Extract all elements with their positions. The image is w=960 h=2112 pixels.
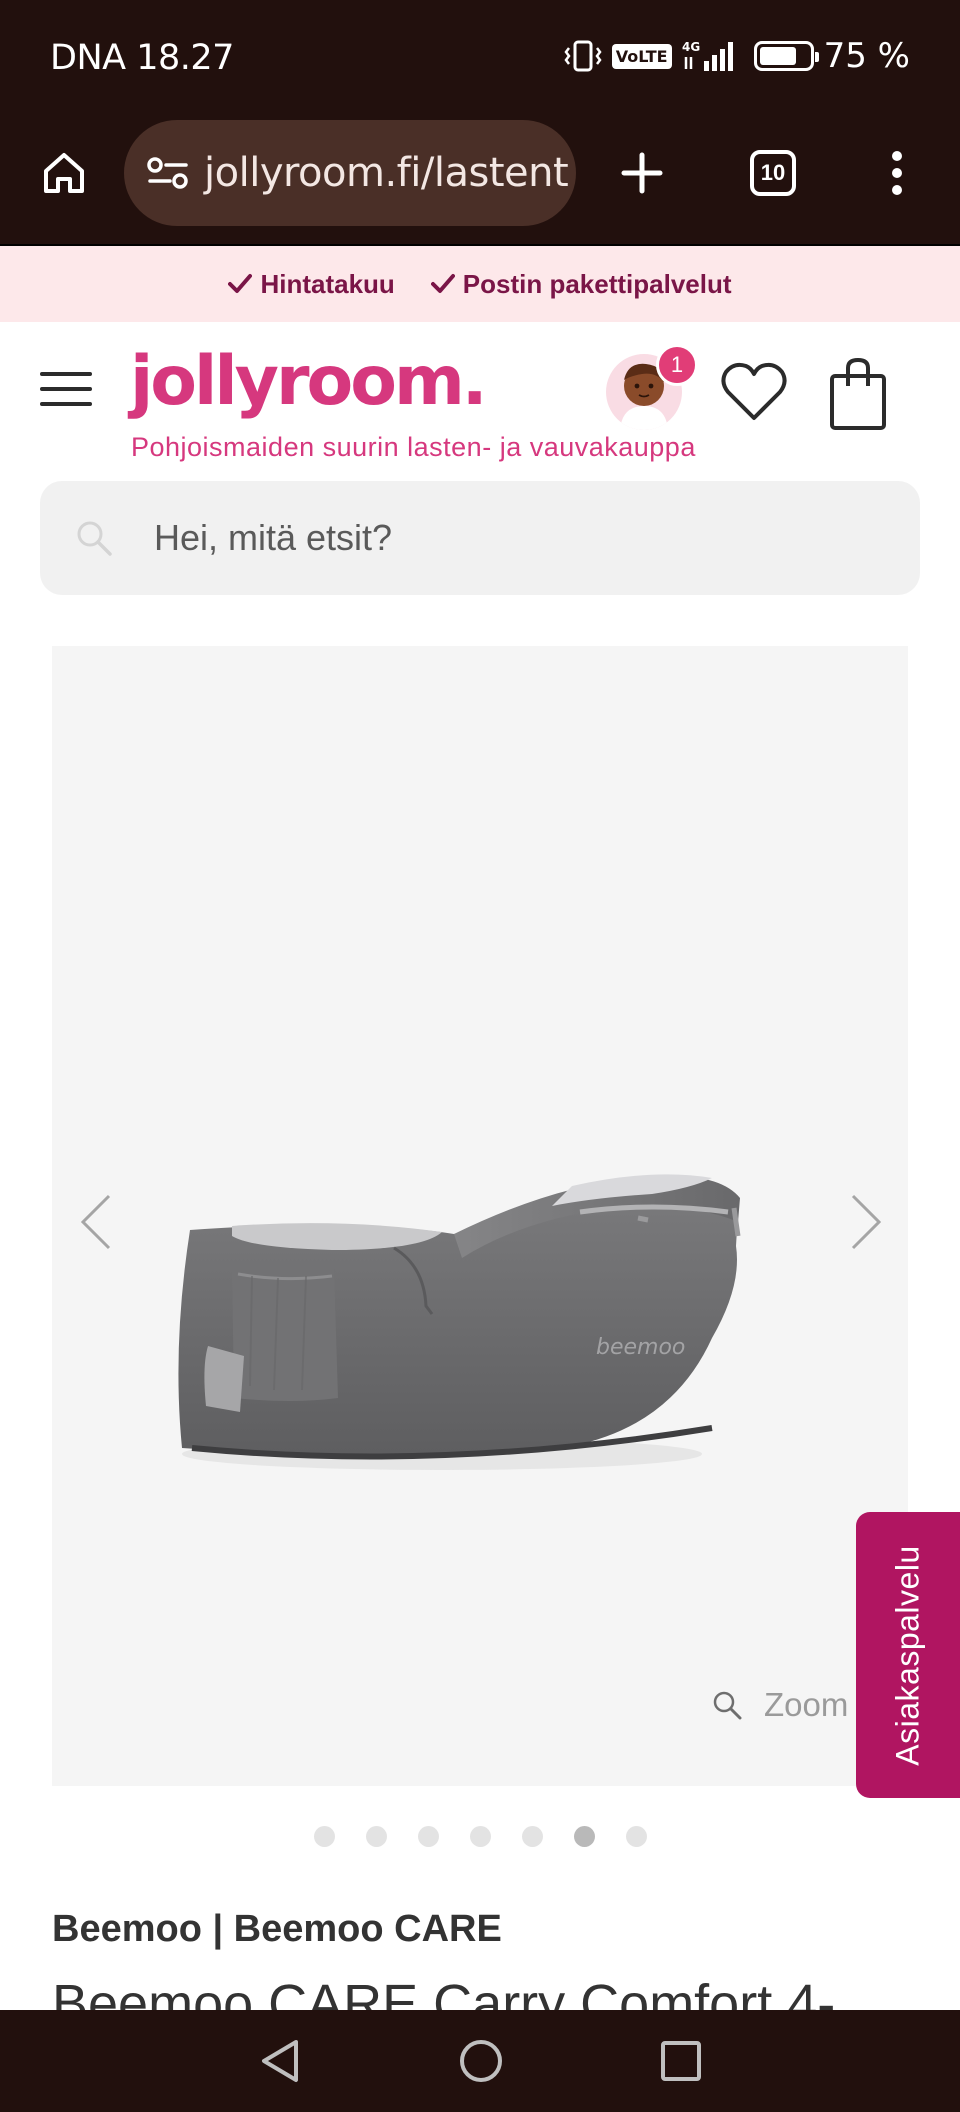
back-icon[interactable] bbox=[258, 2038, 302, 2084]
pagination-dot[interactable] bbox=[573, 1826, 595, 1847]
search-box[interactable] bbox=[40, 481, 920, 595]
menu-line bbox=[40, 387, 92, 391]
product-image: beemoo bbox=[178, 1174, 741, 1470]
home-button[interactable] bbox=[36, 120, 92, 226]
home-icon bbox=[44, 153, 84, 193]
menu-line bbox=[40, 402, 92, 406]
carrier-time: DNA 18.27 bbox=[50, 38, 234, 78]
more-vert-icon bbox=[892, 151, 902, 195]
next-image-button[interactable] bbox=[836, 1182, 896, 1262]
recents-icon[interactable] bbox=[660, 2040, 702, 2082]
cart-button[interactable] bbox=[828, 356, 888, 437]
site-logo[interactable]: jollyroom. bbox=[130, 342, 488, 421]
usp-label: Hintatakuu bbox=[260, 268, 395, 299]
system-navigation-bar bbox=[0, 2010, 960, 2112]
new-tab-button[interactable] bbox=[614, 120, 670, 226]
zoom-label: Zoom bbox=[764, 1686, 849, 1723]
customer-service-label: Asiakaspalvelu bbox=[889, 1544, 926, 1766]
browser-toolbar: jollyroom.fi/lastent 10 bbox=[0, 116, 960, 246]
pagination-dot[interactable] bbox=[625, 1826, 647, 1847]
heart-icon bbox=[721, 362, 787, 420]
menu-line bbox=[40, 372, 92, 376]
usp-item-delivery: Postin pakettipalvelut bbox=[430, 268, 732, 300]
pagination-dot[interactable] bbox=[469, 1826, 491, 1847]
usp-banner: Hintatakuu Postin pakettipalvelut bbox=[0, 246, 960, 322]
pagination-dot[interactable] bbox=[417, 1826, 439, 1847]
tab-count: 10 bbox=[750, 150, 796, 196]
customer-service-button[interactable]: Asiakaspalvelu bbox=[856, 1512, 960, 1798]
plus-icon bbox=[621, 152, 663, 194]
wishlist-button[interactable] bbox=[718, 360, 790, 429]
signal-icon: 4G bbox=[682, 40, 733, 71]
home-nav-icon[interactable] bbox=[458, 2038, 504, 2084]
zoom-button[interactable]: Zoom bbox=[712, 1686, 848, 1724]
volte-badge: VoLTE bbox=[611, 43, 672, 69]
pagination-dot[interactable] bbox=[365, 1826, 387, 1847]
svg-text:4G: 4G bbox=[682, 40, 700, 54]
product-image-gallery[interactable]: beemoo Zoom bbox=[52, 646, 908, 1786]
product-brand[interactable]: Beemoo | Beemoo CARE bbox=[52, 1908, 502, 1951]
status-icons: VoLTE 4G 75 % bbox=[564, 36, 910, 76]
check-icon bbox=[228, 274, 253, 293]
search-input[interactable] bbox=[154, 517, 854, 559]
tab-switcher-button[interactable]: 10 bbox=[748, 120, 798, 226]
chevron-left-icon bbox=[81, 1194, 111, 1250]
previous-image-button[interactable] bbox=[66, 1182, 126, 1262]
search-icon bbox=[77, 521, 112, 556]
gallery-pagination bbox=[0, 1826, 960, 1847]
battery-percent: 75 % bbox=[823, 36, 910, 76]
pagination-dot[interactable] bbox=[313, 1826, 335, 1847]
address-bar[interactable]: jollyroom.fi/lastent bbox=[124, 120, 576, 226]
check-icon bbox=[430, 274, 455, 293]
magnifier-icon bbox=[713, 1691, 742, 1720]
pagination-dot[interactable] bbox=[521, 1826, 543, 1847]
usp-label: Postin pakettipalvelut bbox=[462, 268, 732, 299]
usp-item-price: Hintatakuu bbox=[228, 268, 395, 300]
product-title: Beemoo CARE Carry Comfort 4- bbox=[52, 1974, 836, 2010]
shopping-bag-icon bbox=[830, 357, 886, 430]
browser-menu-button[interactable] bbox=[880, 120, 914, 226]
status-bar: DNA 18.27 VoLTE 4G 75 % bbox=[0, 0, 960, 116]
battery-icon bbox=[753, 41, 819, 71]
vibrate-icon bbox=[564, 40, 602, 72]
notification-badge: 1 bbox=[656, 344, 698, 386]
chevron-right-icon bbox=[851, 1194, 881, 1250]
hamburger-menu-button[interactable] bbox=[40, 372, 92, 406]
product-image-caption: beemoo bbox=[596, 1335, 685, 1360]
url-text: jollyroom.fi/lastent bbox=[204, 150, 569, 196]
site-settings-icon bbox=[147, 157, 188, 189]
